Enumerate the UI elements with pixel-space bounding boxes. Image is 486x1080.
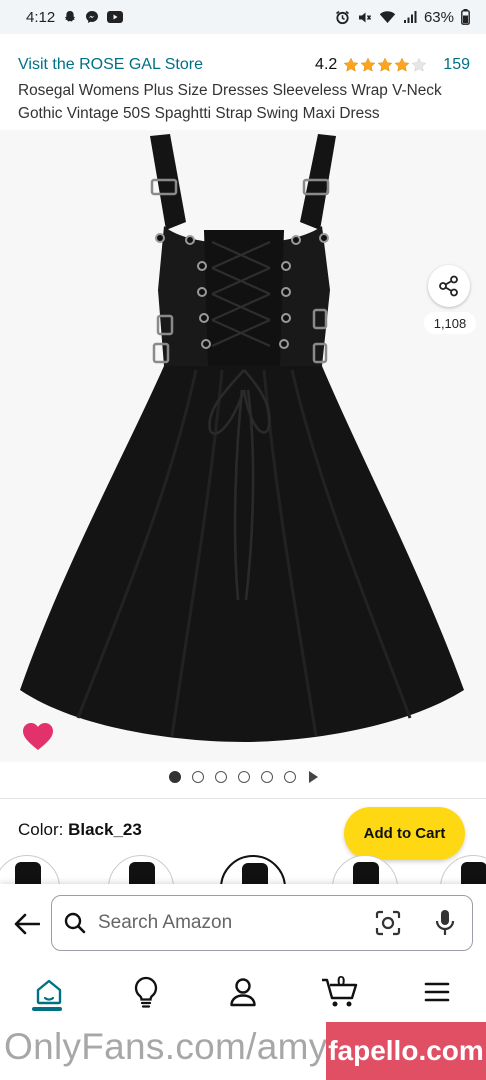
status-time: 4:12 (26, 8, 56, 26)
nav-home[interactable] (0, 962, 97, 1022)
mute-icon (357, 10, 372, 25)
color-swatch[interactable] (332, 855, 398, 884)
battery-icon (461, 9, 470, 25)
wishlist-heart-icon[interactable] (22, 722, 54, 757)
share-count: 1,108 (424, 312, 476, 334)
status-bar: 4:12 63% (0, 0, 486, 34)
account-icon (230, 978, 256, 1007)
color-label: Color: (18, 820, 64, 839)
nav-cart[interactable]: 0 (292, 962, 389, 1022)
store-row: Visit the ROSE GAL Store 4.2 159 (18, 56, 470, 74)
video-play-icon[interactable] (308, 771, 318, 783)
nav-menu[interactable] (389, 962, 486, 1022)
color-selection: Color: Black_23 (18, 820, 142, 840)
color-value: Black_23 (68, 820, 142, 839)
microphone-icon[interactable] (434, 908, 456, 943)
bottom-navigation: 0 (0, 962, 486, 1022)
nav-inspire[interactable] (97, 962, 194, 1022)
watermark-fapello: fapello.com (326, 1022, 486, 1080)
divider (0, 798, 486, 799)
image-pager[interactable] (0, 771, 486, 783)
back-arrow-icon (14, 913, 40, 935)
share-button[interactable] (428, 265, 470, 307)
cart-count: 0 (337, 973, 346, 990)
nav-account[interactable] (194, 962, 291, 1022)
pager-dot[interactable] (191, 771, 204, 783)
rating-summary[interactable]: 4.2 159 (315, 56, 470, 74)
home-icon (36, 979, 61, 1005)
review-count[interactable]: 159 (443, 56, 470, 74)
rating-value: 4.2 (315, 56, 338, 73)
star-rating (343, 57, 427, 73)
search-icon (64, 912, 86, 934)
product-title: Rosegal Womens Plus Size Dresses Sleevel… (18, 82, 442, 122)
pager-dot[interactable] (214, 771, 227, 783)
add-to-cart-button[interactable]: Add to Cart (344, 807, 465, 860)
star-icon (377, 57, 393, 72)
color-swatches (0, 855, 486, 884)
product-image (20, 134, 464, 742)
pager-dot[interactable] (237, 771, 250, 783)
wifi-icon (379, 10, 396, 24)
product-image-carousel[interactable]: 1,108 (0, 130, 486, 762)
star-icon (360, 57, 376, 72)
share-icon (439, 275, 458, 297)
snapchat-icon (63, 10, 77, 24)
battery-percent: 63% (423, 8, 454, 26)
color-swatch-selected[interactable] (220, 855, 286, 884)
star-icon (343, 57, 359, 72)
search-bar[interactable] (51, 895, 473, 951)
color-swatch[interactable] (0, 855, 60, 884)
pager-dot[interactable] (168, 771, 181, 783)
camera-lens-icon[interactable] (374, 909, 402, 942)
alarm-icon (335, 10, 350, 25)
color-swatch[interactable] (108, 855, 174, 884)
lightbulb-icon (134, 976, 157, 1008)
star-icon (394, 57, 410, 72)
star-empty-icon (411, 57, 427, 72)
pager-dot[interactable] (260, 771, 273, 783)
messenger-icon (85, 10, 99, 24)
visit-store-link[interactable]: Visit the ROSE GAL Store (18, 56, 203, 74)
signal-icon (403, 10, 417, 24)
pager-dot[interactable] (283, 771, 296, 783)
color-swatch[interactable] (440, 855, 486, 884)
menu-icon (425, 982, 450, 1002)
youtube-icon (107, 11, 124, 23)
search-input[interactable] (98, 912, 358, 934)
back-button[interactable] (12, 909, 42, 939)
